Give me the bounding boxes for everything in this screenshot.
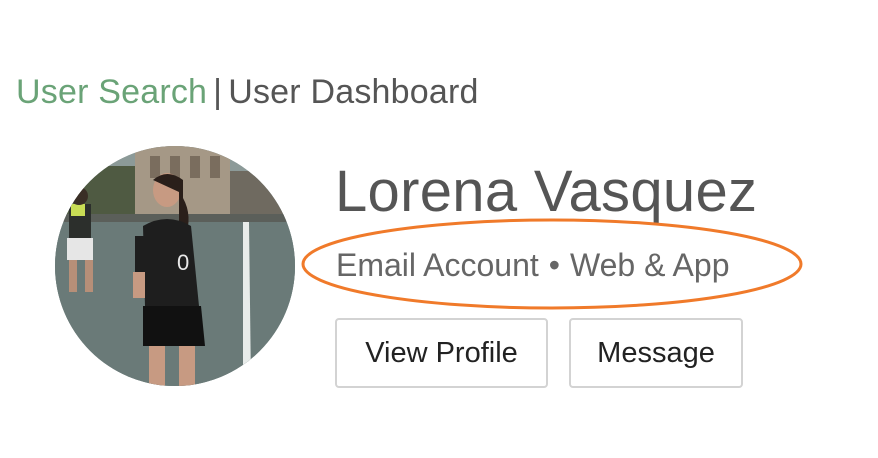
svg-text:0: 0 bbox=[177, 250, 189, 275]
breadcrumb: User Search | User Dashboard bbox=[16, 70, 479, 114]
profile-meta: Email Account • Web & App bbox=[336, 245, 729, 285]
breadcrumb-separator: | bbox=[213, 73, 223, 111]
platform: Web & App bbox=[569, 247, 730, 283]
user-dashboard-page: User Search | User Dashboard 0 Lorena Va… bbox=[0, 0, 878, 458]
message-button[interactable]: Message bbox=[569, 318, 743, 388]
meta-separator: • bbox=[548, 247, 560, 283]
profile-actions: View Profile Message bbox=[335, 318, 743, 388]
breadcrumb-link-user-search[interactable]: User Search bbox=[16, 73, 207, 111]
view-profile-button[interactable]: View Profile bbox=[335, 318, 548, 388]
profile-name: Lorena Vasquez bbox=[335, 159, 758, 224]
breadcrumb-current-page: User Dashboard bbox=[228, 73, 479, 111]
user-photo-icon: 0 bbox=[55, 146, 295, 386]
avatar: 0 bbox=[55, 146, 295, 386]
account-type: Email Account bbox=[336, 247, 539, 283]
